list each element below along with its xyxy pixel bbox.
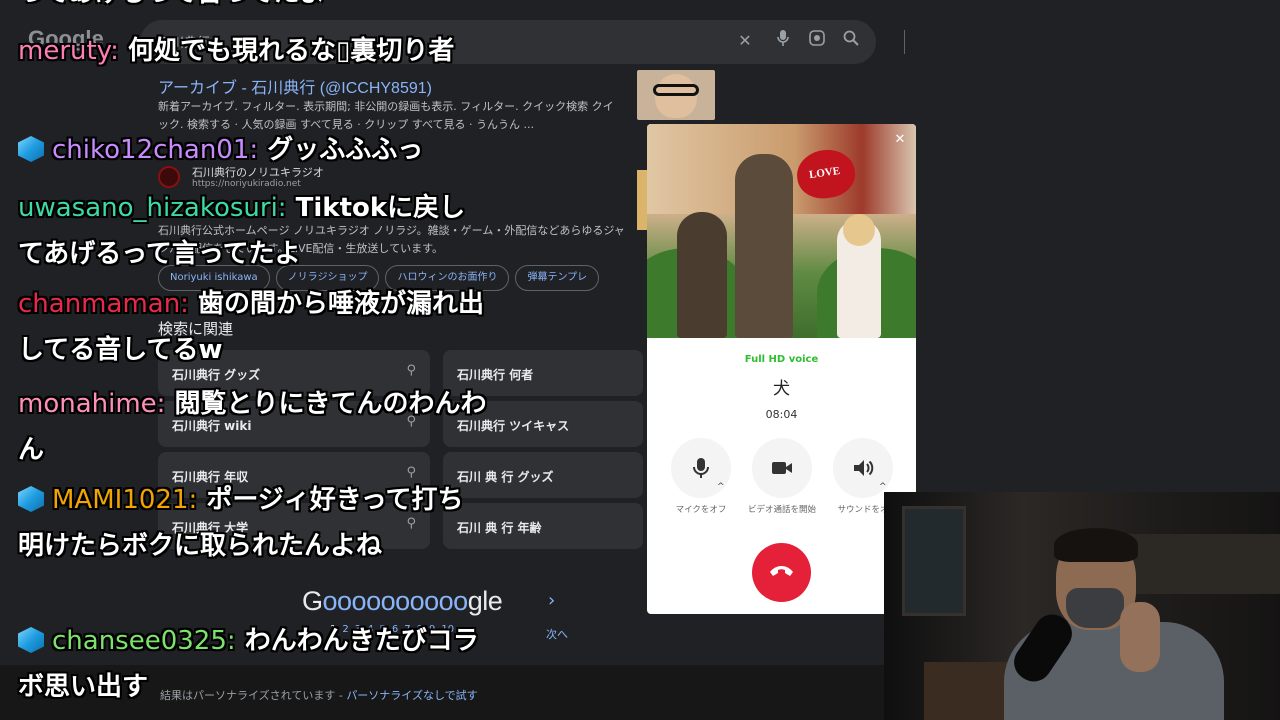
chat-message: monahime: 閲覧とりにきてんのわんわん	[18, 381, 488, 473]
chat-message: meruty: 何処でも現れるな▯裏切り者	[18, 28, 488, 74]
webcam-window	[902, 506, 966, 616]
video-camera-icon	[772, 462, 792, 474]
clear-icon[interactable]: ✕	[734, 30, 756, 52]
chat-username: chanmaman:	[18, 289, 189, 319]
photo-statue-mickey	[677, 212, 727, 338]
thumbnail-glasses	[653, 84, 699, 96]
webcam-person-hair	[1054, 528, 1138, 562]
caller-name: 犬	[773, 379, 790, 399]
start-video-button[interactable]	[752, 438, 812, 498]
thumbnail-face	[655, 74, 697, 118]
membership-cube-icon	[18, 486, 44, 512]
chat-username: monahime:	[18, 389, 166, 419]
phone-hangup-icon	[770, 566, 793, 576]
chat-username: uwasano_hizakosuri:	[18, 193, 287, 223]
mic-icon[interactable]	[772, 30, 794, 52]
chat-message-fragment: ってあげるって言ってたよ	[18, 0, 325, 10]
search-icon[interactable]	[840, 30, 862, 52]
video-thumbnail-edge	[637, 170, 647, 230]
chevron-up-icon[interactable]: ^	[879, 482, 887, 492]
chat-message: chansee0325: わんわんきたびコラボ思い出す	[18, 618, 488, 710]
webcam-face-mask	[1066, 588, 1124, 628]
hang-up-button[interactable]	[752, 543, 811, 602]
call-quality: Full HD voice	[744, 354, 819, 365]
pager-next-link[interactable]: 次へ	[546, 626, 568, 642]
sitelink-chip[interactable]: 弾幕テンプレ	[515, 265, 600, 291]
webcam-person-hand	[1120, 602, 1160, 672]
mic-icon	[693, 458, 709, 478]
photo-person-hair	[843, 214, 875, 246]
chat-message: MAMI1021: ポージィ好きって打ち明けたらボクに取られたんよね	[18, 477, 488, 569]
close-icon[interactable]: ✕	[892, 132, 908, 148]
mute-mic-label: マイクをオフ	[675, 505, 727, 515]
chat-username: meruty:	[18, 36, 119, 66]
speaker-icon	[854, 460, 874, 476]
chat-message: chiko12chan01: グッふふふっ	[18, 127, 488, 173]
chat-username: chansee0325:	[52, 626, 236, 656]
photo-statue	[735, 154, 793, 338]
webcam-table	[924, 662, 1014, 720]
chat-text: 何処でも現れるな▯裏切り者	[128, 36, 455, 66]
chat-text: グッふふふっ	[267, 135, 424, 165]
chat-message: chanmaman: 歯の間から唾液が漏れ出してる音してるw	[18, 281, 488, 373]
chevron-up-icon[interactable]: ^	[717, 482, 725, 492]
membership-cube-icon	[18, 136, 44, 162]
chat-message: uwasano_hizakosuri: Tiktokに戻してあげるって言ってたよ	[18, 185, 488, 277]
chat-username: chiko12chan01:	[52, 135, 259, 165]
stream-chat-overlay: ってあげるって言ってたよ meruty: 何処でも現れるな▯裏切り者 chiko…	[0, 0, 487, 720]
start-video-label: ビデオ通話を開始	[747, 505, 816, 515]
contact-photo: LOVE	[647, 124, 916, 338]
call-duration: 08:04	[765, 408, 798, 421]
search-divider	[904, 30, 905, 54]
lens-icon[interactable]	[806, 30, 828, 52]
membership-cube-icon	[18, 627, 44, 653]
chat-username: MAMI1021:	[52, 485, 198, 515]
voice-call-window: LOVE ✕ Full HD voice 犬 08:04 ^ ^ マイクをオフ …	[647, 124, 916, 614]
chevron-right-icon[interactable]: ›	[548, 590, 555, 611]
video-thumbnail[interactable]	[637, 70, 715, 120]
streamer-webcam	[884, 492, 1280, 720]
